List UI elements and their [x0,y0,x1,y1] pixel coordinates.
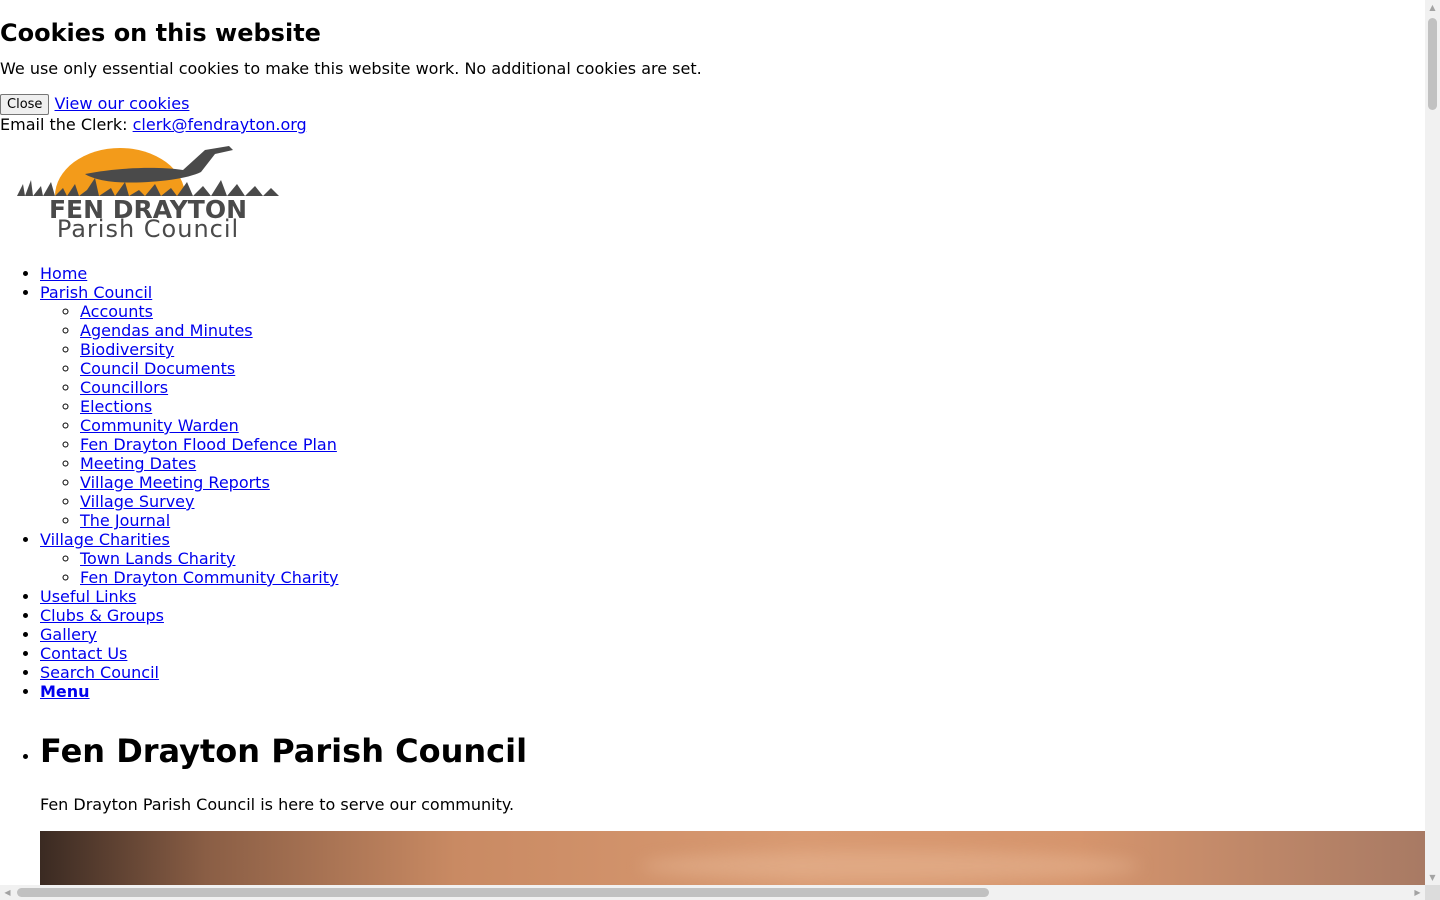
logo-graphic: FEN DRAYTON Parish Council [17,146,279,239]
main-content-item: Fen Drayton Parish Council Fen Drayton P… [40,717,1425,885]
vertical-scrollbar[interactable]: ▲ ▼ [1425,0,1440,885]
submenu-item: Councillors [80,378,1425,397]
nav-link-parish-council[interactable]: Parish Council [40,283,152,302]
cookie-banner-title: Cookies on this website [0,19,321,47]
nav-link-councillors[interactable]: Councillors [80,378,168,397]
horizontal-scrollbar[interactable]: ◀ ▶ [0,885,1425,900]
nav-item-village-charities: Village Charities Town Lands Charity Fen… [40,530,1425,587]
nav-link-community-warden[interactable]: Community Warden [80,416,239,435]
submenu-item: Community Warden [80,416,1425,435]
cookie-banner: Cookies on this website We use only esse… [0,0,1425,115]
clerk-email-link[interactable]: clerk@fendrayton.org [133,115,307,134]
submenu-item: Agendas and Minutes [80,321,1425,340]
nav-link-meeting-dates[interactable]: Meeting Dates [80,454,196,473]
scroll-left-arrow-icon[interactable]: ◀ [0,885,15,900]
close-cookie-button[interactable]: Close [0,94,50,115]
nav-link-contact-us[interactable]: Contact Us [40,644,127,663]
nav-link-flood-defence-plan[interactable]: Fen Drayton Flood Defence Plan [80,435,337,454]
hero-image [40,831,1425,885]
nav-link-accounts[interactable]: Accounts [80,302,153,321]
submenu-item: Elections [80,397,1425,416]
nav-link-elections[interactable]: Elections [80,397,152,416]
submenu-item: The Journal [80,511,1425,530]
nav-item-search-council: Search Council [40,663,1425,682]
logo-line2: Parish Council [57,215,239,239]
intro-text: Fen Drayton Parish Council is here to se… [40,795,515,814]
submenu-item: Fen Drayton Flood Defence Plan [80,435,1425,454]
nav-link-gallery[interactable]: Gallery [40,625,97,644]
nav-item-useful-links: Useful Links [40,587,1425,606]
nav-link-home[interactable]: Home [40,264,87,283]
submenu-item: Fen Drayton Community Charity [80,568,1425,587]
nav-link-village-charities[interactable]: Village Charities [40,530,170,549]
nav-link-village-survey[interactable]: Village Survey [80,492,194,511]
scroll-right-arrow-icon[interactable]: ▶ [1410,885,1425,900]
nav-link-the-journal[interactable]: The Journal [80,511,170,530]
nav-item-home: Home [40,264,1425,283]
page-viewport: Cookies on this website We use only esse… [0,0,1425,885]
nav-item-contact-us: Contact Us [40,644,1425,663]
submenu-village-charities: Town Lands Charity Fen Drayton Community… [40,549,1425,587]
vertical-scroll-thumb[interactable] [1428,18,1437,110]
clerk-label: Email the Clerk: [0,115,133,134]
cookie-banner-text: We use only essential cookies to make th… [0,59,702,78]
horizontal-scroll-thumb[interactable] [17,888,989,897]
nav-link-community-charity[interactable]: Fen Drayton Community Charity [80,568,338,587]
submenu-item: Meeting Dates [80,454,1425,473]
nav-link-village-meeting-reports[interactable]: Village Meeting Reports [80,473,270,492]
scroll-up-arrow-icon[interactable]: ▲ [1425,0,1440,15]
nav-link-agendas-minutes[interactable]: Agendas and Minutes [80,321,253,340]
nav-item-menu: Menu [40,682,1425,701]
site-logo[interactable]: FEN DRAYTON Parish Council [15,144,281,239]
menu-toggle-link[interactable]: Menu [40,682,90,701]
nav-item-parish-council: Parish Council Accounts Agendas and Minu… [40,283,1425,530]
submenu-item: Village Survey [80,492,1425,511]
page-title: Fen Drayton Parish Council [40,732,528,770]
nav-item-clubs-groups: Clubs & Groups [40,606,1425,625]
nav-link-biodiversity[interactable]: Biodiversity [80,340,174,359]
submenu-item: Village Meeting Reports [80,473,1425,492]
view-cookies-link[interactable]: View our cookies [55,94,190,113]
nav-link-search-council[interactable]: Search Council [40,663,159,682]
clerk-contact: Email the Clerk: clerk@fendrayton.org [0,115,1425,134]
nav-link-council-documents[interactable]: Council Documents [80,359,235,378]
nav-item-gallery: Gallery [40,625,1425,644]
submenu-item: Biodiversity [80,340,1425,359]
main-navigation: Home Parish Council Accounts Agendas and… [0,264,1425,701]
nav-link-town-lands-charity[interactable]: Town Lands Charity [80,549,235,568]
main-content: Fen Drayton Parish Council Fen Drayton P… [0,717,1425,885]
submenu-parish-council: Accounts Agendas and Minutes Biodiversit… [40,302,1425,530]
cookie-banner-actions: Close View our cookies [0,94,1425,115]
submenu-item: Town Lands Charity [80,549,1425,568]
nav-link-clubs-groups[interactable]: Clubs & Groups [40,606,164,625]
scroll-down-arrow-icon[interactable]: ▼ [1425,870,1440,885]
submenu-item: Accounts [80,302,1425,321]
submenu-item: Council Documents [80,359,1425,378]
scrollbar-corner [1425,885,1440,900]
nav-link-useful-links[interactable]: Useful Links [40,587,136,606]
